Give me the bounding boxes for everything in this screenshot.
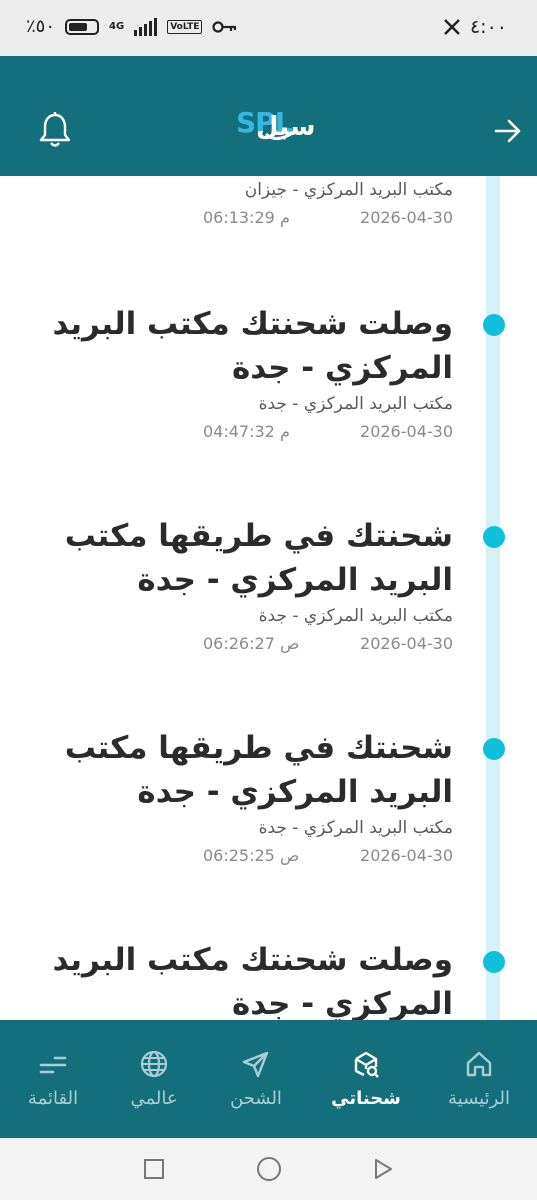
event-location: مكتب البريد المركزي - جيزان xyxy=(244,180,453,200)
event-title: شحنتك في طريقها مكتب البريد المركزي - جد… xyxy=(64,518,453,598)
event-meta: 2026-04-30 04:47:32 م xyxy=(203,418,453,444)
shipment-timeline[interactable]: مكتب البريد المركزي - جيزان 2026-04-30 0… xyxy=(0,176,537,1020)
timeline-event: شحنتك في طريقها مكتب البريد المركزي - جد… xyxy=(33,726,453,868)
home-icon xyxy=(466,1051,492,1077)
timeline-event: شحنتك في طريقها مكتب البريد المركزي - جد… xyxy=(33,514,453,656)
network-type: 4G xyxy=(109,21,125,32)
event-location: مكتب البريد المركزي - جدة xyxy=(258,394,453,414)
status-left: ٪٥٠ 4G VoLTE xyxy=(26,16,238,37)
event-date: 2026-04-30 xyxy=(360,634,453,653)
event-date: 2026-04-30 xyxy=(360,422,453,441)
nav-item-shipping[interactable]: الشحن xyxy=(211,1048,301,1109)
event-meta: 2026-04-30 06:13:29 م xyxy=(203,204,453,230)
volte-badge: VoLTE xyxy=(167,19,203,34)
x-app-icon xyxy=(444,19,460,35)
bell-icon[interactable] xyxy=(36,110,74,150)
recents-icon[interactable] xyxy=(143,1158,165,1180)
nav-item-my-shipments[interactable]: شحناتي xyxy=(321,1048,411,1109)
menu-icon xyxy=(39,1056,67,1074)
nav-item-global[interactable]: عالمي xyxy=(109,1048,199,1109)
event-time: 04:47:32 م xyxy=(203,422,290,441)
event-date: 2026-04-30 xyxy=(360,846,453,865)
event-title: وصلت شحنتك مكتب البريد المركزي - جدة xyxy=(52,306,453,386)
event-location: مكتب البريد المركزي - جدة xyxy=(258,606,453,626)
nav-item-menu[interactable]: القائمة xyxy=(8,1048,98,1109)
globe-icon xyxy=(140,1050,168,1078)
event-location: مكتب البريد المركزي - جدة xyxy=(258,818,453,838)
nav-label: شحناتي xyxy=(331,1088,401,1109)
event-meta: 2026-04-30 06:26:27 ص xyxy=(203,630,453,656)
back-triangle-icon[interactable] xyxy=(372,1158,394,1180)
timeline-event: مكتب البريد المركزي - جيزان 2026-04-30 0… xyxy=(203,176,453,230)
clock: ٤:٠٠ xyxy=(469,16,507,38)
bottom-nav: الرئيسية شحناتي الشحن عالمي القائمة xyxy=(0,1020,537,1138)
event-time: 06:13:29 م xyxy=(203,208,290,227)
event-time: 06:26:27 ص xyxy=(203,634,300,653)
nav-label: القائمة xyxy=(27,1088,79,1109)
send-icon xyxy=(242,1051,269,1078)
back-arrow-icon[interactable] xyxy=(493,116,523,146)
package-search-icon xyxy=(354,1051,379,1078)
timeline-track xyxy=(486,176,500,1020)
event-time: 06:25:25 ص xyxy=(203,846,300,865)
nav-label: الشحن xyxy=(230,1088,282,1109)
event-date: 2026-04-30 xyxy=(360,208,453,227)
timeline-dot xyxy=(483,951,505,973)
signal-icon xyxy=(134,17,158,36)
timeline-event: وصلت شحنتك مكتب البريد المركزي - جدة مكت… xyxy=(33,302,453,444)
timeline-dot xyxy=(483,526,505,548)
nav-item-home[interactable]: الرئيسية xyxy=(434,1048,524,1109)
timeline-event: وصلت شحنتك مكتب البريد المركزي - جدة xyxy=(33,938,453,1020)
key-icon xyxy=(212,20,237,33)
app-header: SPL سبل xyxy=(0,56,537,176)
timeline-dot xyxy=(483,738,505,760)
event-title: وصلت شحنتك مكتب البريد المركزي - جدة xyxy=(52,942,453,1020)
nav-label: عالمي xyxy=(130,1088,178,1109)
battery-icon xyxy=(65,18,100,35)
timeline-dot xyxy=(483,314,505,336)
spl-logo: SPL سبل xyxy=(236,106,315,146)
nav-label: الرئيسية xyxy=(448,1088,510,1109)
status-bar: ٪٥٠ 4G VoLTE ٤:٠٠ xyxy=(0,0,537,56)
system-nav-bar xyxy=(0,1138,537,1200)
event-meta: 2026-04-30 06:25:25 ص xyxy=(203,842,453,868)
logo-arabic: سبل xyxy=(256,112,316,142)
event-title: شحنتك في طريقها مكتب البريد المركزي - جد… xyxy=(64,730,453,810)
status-right: ٤:٠٠ xyxy=(444,16,507,38)
home-circle-icon[interactable] xyxy=(256,1156,282,1182)
battery-text: ٪٥٠ xyxy=(26,16,56,37)
